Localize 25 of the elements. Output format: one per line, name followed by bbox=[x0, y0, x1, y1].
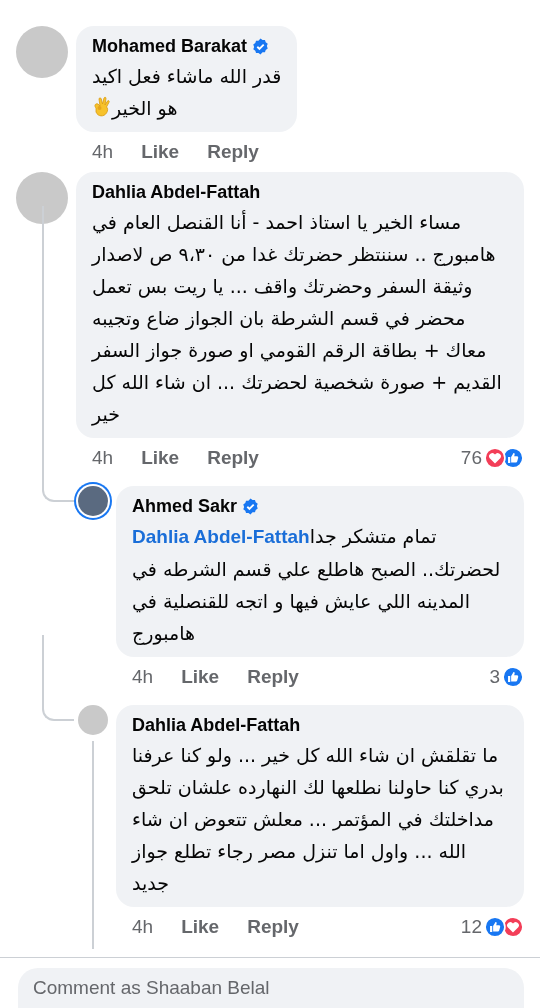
avatar[interactable] bbox=[78, 486, 108, 516]
like-link[interactable]: Like bbox=[181, 916, 220, 938]
reply-link[interactable]: Reply bbox=[207, 141, 259, 163]
timestamp: 4h bbox=[92, 141, 114, 163]
timestamp: 4h bbox=[132, 916, 154, 938]
like-link[interactable]: Like bbox=[141, 447, 180, 469]
reaction-count[interactable]: 76 bbox=[460, 447, 482, 469]
comment-input[interactable]: Comment as Shaaban Belal bbox=[18, 968, 524, 1008]
reply-link[interactable]: Reply bbox=[207, 447, 259, 469]
comment-text: قدر الله ماشاء فعل اكيد هو الخير bbox=[92, 64, 282, 122]
author-name[interactable]: Dahlia Abdel-Fattah bbox=[132, 713, 301, 737]
author-name[interactable]: Ahmed Sakr bbox=[132, 494, 238, 518]
comment-text: ما تقلقش ان شاء الله كل خير ... ولو كنا عرفنا بدري كنا حاولنا نطلعها لك النهارده علشان تلحق مداخلتك في المؤتمر ... معلش تتعوض ان شاء الله ... واول اما تنزل مصر رجاء تطلع جواز جديد bbox=[132, 743, 505, 896]
like-link[interactable]: Like bbox=[141, 141, 180, 163]
timestamp: 4h bbox=[92, 447, 114, 469]
like-link[interactable]: Like bbox=[181, 666, 220, 688]
author-name[interactable]: Mohamed Barakat bbox=[92, 34, 248, 58]
reaction-count[interactable]: 3 bbox=[489, 666, 500, 688]
author-name[interactable]: Dahlia Abdel-Fattah bbox=[92, 180, 261, 204]
reaction-count[interactable]: 12 bbox=[460, 916, 482, 938]
timestamp: 4h bbox=[132, 666, 154, 688]
reply-link[interactable]: Reply bbox=[247, 666, 299, 688]
comment-text: مساء الخير يا استاذ احمد - أنا القنصل العام في هامبورج .. سننتظر حضرتك غدا من ٩،٣٠ ص لاصدار وثيقة السفر وحضرتك واقف ... يا ريت بس تعمل محضر في قسم الشرطة بان الجواز ضاع وتجيبه معاك + بطاقة الرقم القومي او صورة جواز السفر القديم + صورة شخصية لحضرتك ... ان شاء الله كل خير bbox=[92, 209, 503, 428]
mention-link[interactable]: Dahlia Abdel-Fattah bbox=[132, 526, 310, 547]
reply-link[interactable]: Reply bbox=[247, 916, 299, 938]
